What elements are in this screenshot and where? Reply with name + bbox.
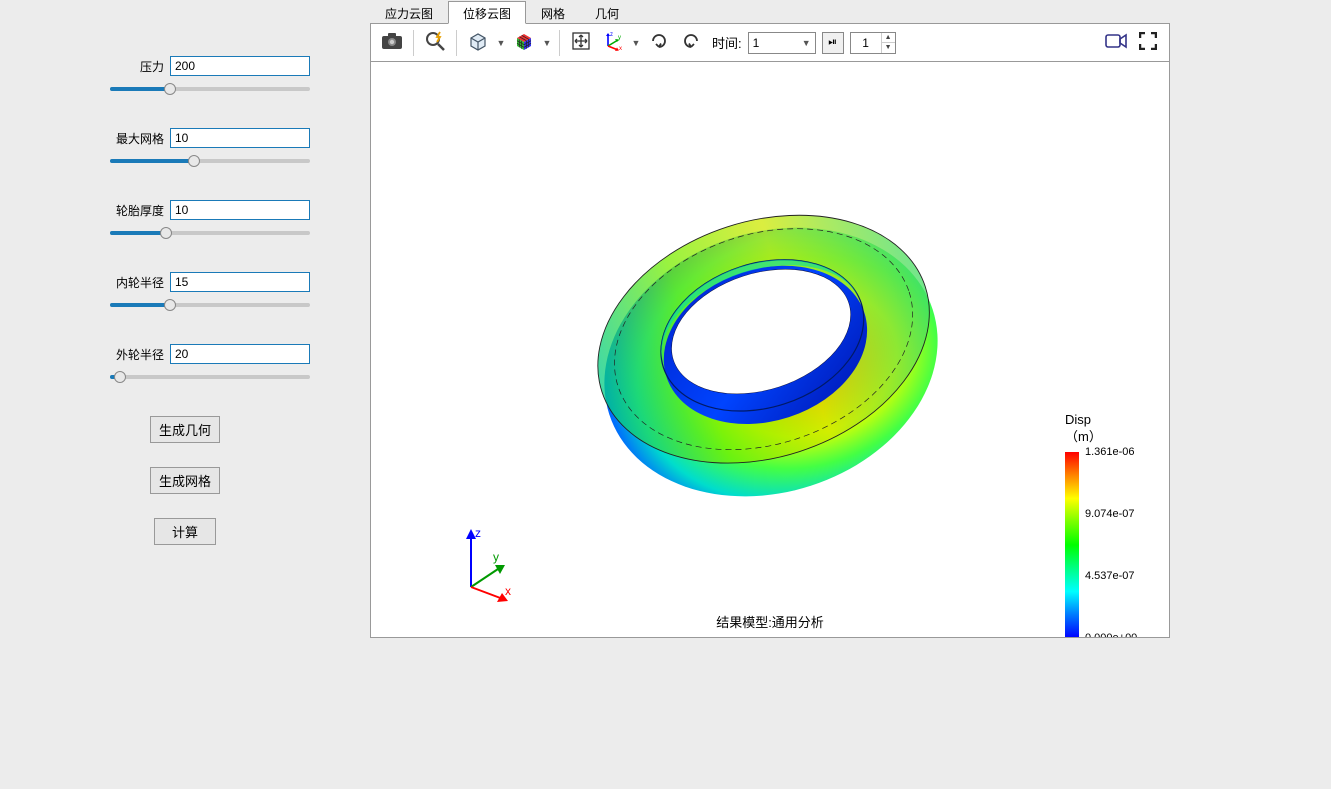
legend-color-bar [1065, 452, 1079, 638]
outer-radius-input[interactable] [170, 344, 310, 364]
max-mesh-input[interactable] [170, 128, 310, 148]
svg-text:x: x [619, 46, 622, 52]
max-mesh-label: 最大网格 [116, 130, 164, 147]
svg-text:x: x [505, 584, 511, 598]
svg-text:z: z [475, 526, 481, 540]
inner-radius-slider[interactable] [110, 298, 310, 312]
transparency-dropdown[interactable]: ▼ [495, 28, 507, 58]
tab-mesh[interactable]: 网格 [526, 1, 580, 24]
frame-spinner-up[interactable]: ▲ [882, 33, 895, 44]
xyz-axes-icon: zyx [602, 30, 624, 55]
displacement-ring [571, 162, 971, 562]
rubik-cube-icon [513, 30, 535, 55]
zoom-extents-button[interactable] [420, 28, 450, 58]
outer-radius-slider[interactable] [110, 370, 310, 384]
transparency-button[interactable] [463, 28, 493, 58]
legend-title: Disp （m） [1065, 412, 1155, 446]
fit-arrows-icon [571, 31, 591, 54]
pressure-input[interactable] [170, 56, 310, 76]
time-select-value: 1 [753, 36, 760, 50]
video-camera-icon [1105, 33, 1127, 52]
color-legend: Disp （m） 1.361e-06 9.074e-07 4.537e-07 0… [1065, 412, 1155, 638]
svg-text:y: y [618, 35, 621, 41]
tab-bar: 应力云图 位移云图 网格 几何 [370, 0, 1170, 24]
record-button[interactable] [1101, 28, 1131, 58]
fit-view-button[interactable] [566, 28, 596, 58]
pressure-slider[interactable] [110, 82, 310, 96]
chevron-down-icon: ▼ [802, 38, 811, 48]
tire-thickness-input[interactable] [170, 200, 310, 220]
tab-stress[interactable]: 应力云图 [370, 1, 448, 24]
generate-geometry-button[interactable]: 生成几何 [150, 416, 220, 443]
axis-gizmo: z y x [453, 525, 523, 605]
magnifier-lightning-icon [424, 30, 446, 55]
rotate-ccw-icon [681, 31, 701, 54]
view-toolbar: ▼ ▼ zyx ▼ [370, 24, 1170, 62]
tab-displacement[interactable]: 位移云图 [448, 1, 526, 24]
camera-icon [381, 32, 403, 53]
tab-geometry[interactable]: 几何 [580, 1, 634, 24]
generate-mesh-button[interactable]: 生成网格 [150, 467, 220, 494]
color-mode-dropdown[interactable]: ▼ [541, 28, 553, 58]
pressure-label: 压力 [140, 58, 164, 75]
frame-spinner-down[interactable]: ▼ [882, 43, 895, 53]
max-mesh-slider[interactable] [110, 154, 310, 168]
outer-radius-label: 外轮半径 [116, 346, 164, 363]
rotate-cw-button[interactable] [644, 28, 674, 58]
rotate-cw-icon [649, 31, 669, 54]
fullscreen-button[interactable] [1133, 28, 1163, 58]
screenshot-button[interactable] [377, 28, 407, 58]
main-area: 应力云图 位移云图 网格 几何 ▼ [370, 0, 1170, 638]
skip-end-icon: ⏯ [828, 36, 837, 49]
inner-radius-label: 内轮半径 [116, 274, 164, 291]
svg-text:z: z [610, 32, 613, 38]
transparent-cube-icon [467, 30, 489, 55]
frame-spinner[interactable]: ▲ ▼ [850, 32, 896, 54]
result-viewport[interactable]: z y x 结果模型:通用分析 Disp （m） 1.361e-06 9.074… [370, 62, 1170, 638]
legend-ticks: 1.361e-06 9.074e-07 4.537e-07 0.000e+00 [1085, 452, 1155, 638]
parameters-panel: 压力 最大网格 轮胎厚度 内轮半径 外轮半径 [0, 0, 370, 789]
tire-thickness-slider[interactable] [110, 226, 310, 240]
frame-spinner-input[interactable] [851, 33, 881, 53]
result-caption: 结果模型:通用分析 [371, 612, 1169, 631]
step-end-button[interactable]: ⏯ [822, 32, 844, 54]
axis-orientation-button[interactable]: zyx [598, 28, 628, 58]
time-select[interactable]: 1 ▼ [748, 32, 816, 54]
rotate-ccw-button[interactable] [676, 28, 706, 58]
color-mode-button[interactable] [509, 28, 539, 58]
axis-orientation-dropdown[interactable]: ▼ [630, 28, 642, 58]
time-label: 时间: [712, 33, 742, 52]
fullscreen-icon [1139, 32, 1157, 53]
inner-radius-input[interactable] [170, 272, 310, 292]
svg-text:y: y [493, 550, 499, 564]
tire-thickness-label: 轮胎厚度 [116, 202, 164, 219]
compute-button[interactable]: 计算 [154, 518, 216, 545]
